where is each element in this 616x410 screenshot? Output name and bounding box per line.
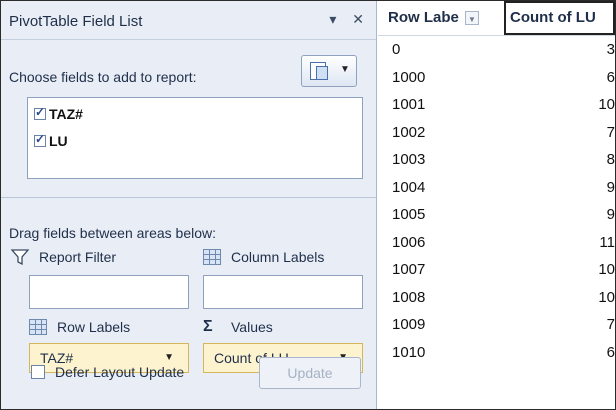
count-value-cell[interactable]: 7 xyxy=(585,124,615,141)
count-value-cell[interactable]: 9 xyxy=(585,179,615,196)
drag-fields-label: Drag fields between areas below: xyxy=(9,225,217,241)
divider xyxy=(1,197,376,198)
pane-menu-chevron-icon[interactable]: ▾ xyxy=(329,11,336,27)
row-labels-header[interactable]: Row Labe xyxy=(388,1,490,37)
table-row[interactable]: 1004 9 xyxy=(378,175,615,202)
count-value-cell[interactable]: 8 xyxy=(585,151,615,168)
field-label: TAZ# xyxy=(49,106,83,122)
report-filter-area-label: Report Filter xyxy=(10,249,117,266)
table-row[interactable]: 1009 7 xyxy=(378,312,615,339)
row-label-cell[interactable]: 1005 xyxy=(392,206,425,223)
row-labels-header-text: Row Labe xyxy=(388,9,459,26)
table-row[interactable]: 1006 11 xyxy=(378,230,615,257)
row-label-cell[interactable]: 1008 xyxy=(392,289,425,306)
field-checkbox-taz[interactable] xyxy=(34,105,46,120)
defer-layout-update[interactable]: Defer Layout Update xyxy=(31,364,184,380)
count-value-cell[interactable]: 6 xyxy=(585,69,615,86)
row-labels-area-label: Row Labels xyxy=(29,319,130,335)
area-label-text: Column Labels xyxy=(231,249,325,265)
count-header-cell[interactable]: Count of LU xyxy=(504,1,615,35)
table-row[interactable]: 1003 8 xyxy=(378,147,615,174)
defer-layout-checkbox[interactable] xyxy=(31,365,45,379)
row-label-cell[interactable]: 0 xyxy=(392,41,400,58)
count-value-cell[interactable]: 6 xyxy=(585,344,615,361)
column-labels-drop-zone[interactable] xyxy=(203,275,363,309)
field-item-lu[interactable]: LU xyxy=(34,132,68,150)
row-label-cell[interactable]: 1006 xyxy=(392,234,425,251)
field-checkbox-lu[interactable] xyxy=(34,132,46,147)
row-label-cell[interactable]: 1000 xyxy=(392,69,425,86)
pivot-field-list-pane: PivotTable Field List ▾ ✕ Choose fields … xyxy=(1,1,377,409)
table-row[interactable]: 1007 10 xyxy=(378,257,615,284)
table-row[interactable]: 1005 9 xyxy=(378,202,615,229)
row-label-cell[interactable]: 1009 xyxy=(392,316,425,333)
close-icon[interactable]: ✕ xyxy=(352,11,364,27)
filter-dropdown-icon[interactable] xyxy=(465,3,480,37)
count-value-cell[interactable]: 3 xyxy=(585,41,615,58)
row-label-cell[interactable]: 1002 xyxy=(392,124,425,141)
table-row[interactable]: 03 xyxy=(378,37,615,64)
count-value-cell[interactable]: 11 xyxy=(585,234,615,251)
values-area-label: Σ Values xyxy=(203,318,273,336)
excel-window: PivotTable Field List ▾ ✕ Choose fields … xyxy=(0,0,616,410)
count-value-cell[interactable]: 10 xyxy=(585,261,615,278)
defer-layout-label: Defer Layout Update xyxy=(55,364,185,380)
row-labels-icon xyxy=(29,319,47,335)
field-label: LU xyxy=(49,133,68,149)
area-label-text: Row Labels xyxy=(57,319,131,335)
row-label-cell[interactable]: 1010 xyxy=(392,344,425,361)
divider xyxy=(1,39,376,40)
count-value-cell[interactable]: 9 xyxy=(585,206,615,223)
column-labels-area-label: Column Labels xyxy=(203,249,324,265)
column-labels-icon xyxy=(203,249,221,265)
table-row[interactable]: 1002 7 xyxy=(378,120,615,147)
area-label-text: Report Filter xyxy=(39,249,117,265)
table-row[interactable]: 1001 10 xyxy=(378,92,615,119)
field-list: TAZ# LU xyxy=(27,97,363,179)
field-list-layout-button[interactable]: ▼ xyxy=(301,55,357,87)
row-label-cell[interactable]: 1004 xyxy=(392,179,425,196)
count-value-cell[interactable]: 10 xyxy=(585,289,615,306)
count-value-cell[interactable]: 7 xyxy=(585,316,615,333)
pane-title: PivotTable Field List xyxy=(9,13,143,30)
choose-fields-label: Choose fields to add to report: xyxy=(9,69,197,85)
table-row[interactable]: 1000 6 xyxy=(378,65,615,92)
row-label-cell[interactable]: 1001 xyxy=(392,96,425,113)
pane-controls: ▾ ✕ xyxy=(317,11,364,28)
filter-funnel-icon xyxy=(10,249,30,266)
pivot-table-sheet: Row Labe Count of LU 0310006100110100271… xyxy=(378,1,615,409)
sigma-icon: Σ xyxy=(203,318,213,335)
update-button[interactable]: Update xyxy=(259,357,361,389)
field-item-taz[interactable]: TAZ# xyxy=(34,105,83,123)
table-row[interactable]: 1008 10 xyxy=(378,285,615,312)
area-label-text: Values xyxy=(231,319,273,335)
row-label-cell[interactable]: 1007 xyxy=(392,261,425,278)
chevron-down-icon[interactable]: ▼ xyxy=(164,352,174,363)
chevron-down-icon: ▼ xyxy=(340,64,350,75)
row-label-cell[interactable]: 1003 xyxy=(392,151,425,168)
divider xyxy=(378,35,615,36)
count-value-cell[interactable]: 10 xyxy=(585,96,615,113)
report-filter-drop-zone[interactable] xyxy=(29,275,189,309)
layout-icon-overlay xyxy=(316,66,328,80)
table-row[interactable]: 1010 6 xyxy=(378,340,615,367)
